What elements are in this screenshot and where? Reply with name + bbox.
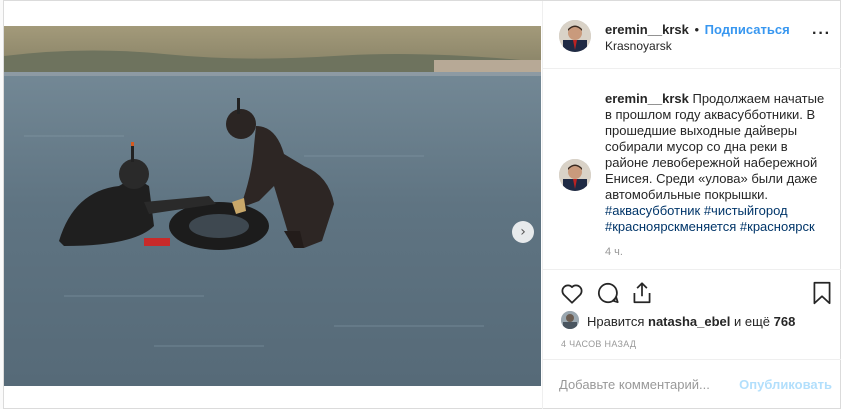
hashtag-link[interactable]: #красноярск (740, 219, 815, 234)
comment-bar: Опубликовать (543, 359, 841, 409)
location-link[interactable]: Krasnoyarsk (605, 39, 672, 53)
liker-avatar[interactable] (561, 311, 579, 329)
likes-middle: и ещё (734, 314, 771, 329)
post-card: › eremin__krsk • Подписаться Krasnoyarsk… (3, 0, 841, 409)
separator-dot: • (694, 22, 700, 37)
author-username-link[interactable]: eremin__krsk (605, 22, 689, 37)
carousel-next-button[interactable]: › (512, 221, 534, 243)
comment-input[interactable] (559, 377, 739, 392)
author-avatar[interactable] (559, 20, 591, 52)
bookmark-icon[interactable] (809, 280, 835, 306)
post-sidebar: eremin__krsk • Подписаться Krasnoyarsk ·… (542, 1, 841, 409)
publish-button[interactable]: Опубликовать (739, 377, 832, 392)
post-header: eremin__krsk • Подписаться Krasnoyarsk ·… (543, 1, 841, 69)
hashtag-link[interactable]: #аквасубботник (605, 203, 700, 218)
share-icon[interactable] (629, 280, 655, 306)
caption-author-avatar[interactable] (559, 159, 591, 191)
hashtag-link[interactable]: #чистыйгород (704, 203, 788, 218)
comment-icon[interactable] (595, 280, 621, 306)
liker-username-link[interactable]: natasha_ebel (648, 314, 730, 329)
follow-button[interactable]: Подписаться (705, 22, 790, 37)
hashtag-link[interactable]: #красноярскменяется (605, 219, 736, 234)
post-photo[interactable]: › (4, 26, 541, 386)
photo-divers-river (4, 26, 541, 386)
likes-prefix: Нравится (587, 314, 645, 329)
caption-text: Продолжаем начатые в прошлом году аквасу… (605, 91, 825, 202)
action-bar (543, 269, 841, 313)
likes-summary: Нравится natasha_ebel и ещё 768 (587, 314, 795, 329)
chevron-right-icon: › (520, 224, 526, 240)
heart-icon[interactable] (559, 280, 585, 306)
caption-username-link[interactable]: eremin__krsk (605, 91, 689, 106)
post-timestamp[interactable]: 4 ЧАСОВ НАЗАД (561, 339, 636, 349)
caption-timestamp[interactable]: 4 ч. (605, 246, 623, 258)
more-options-icon[interactable]: ··· (812, 25, 831, 43)
post-caption: eremin__krsk Продолжаем начатые в прошло… (605, 91, 827, 235)
likes-count-link[interactable]: 768 (774, 314, 796, 329)
